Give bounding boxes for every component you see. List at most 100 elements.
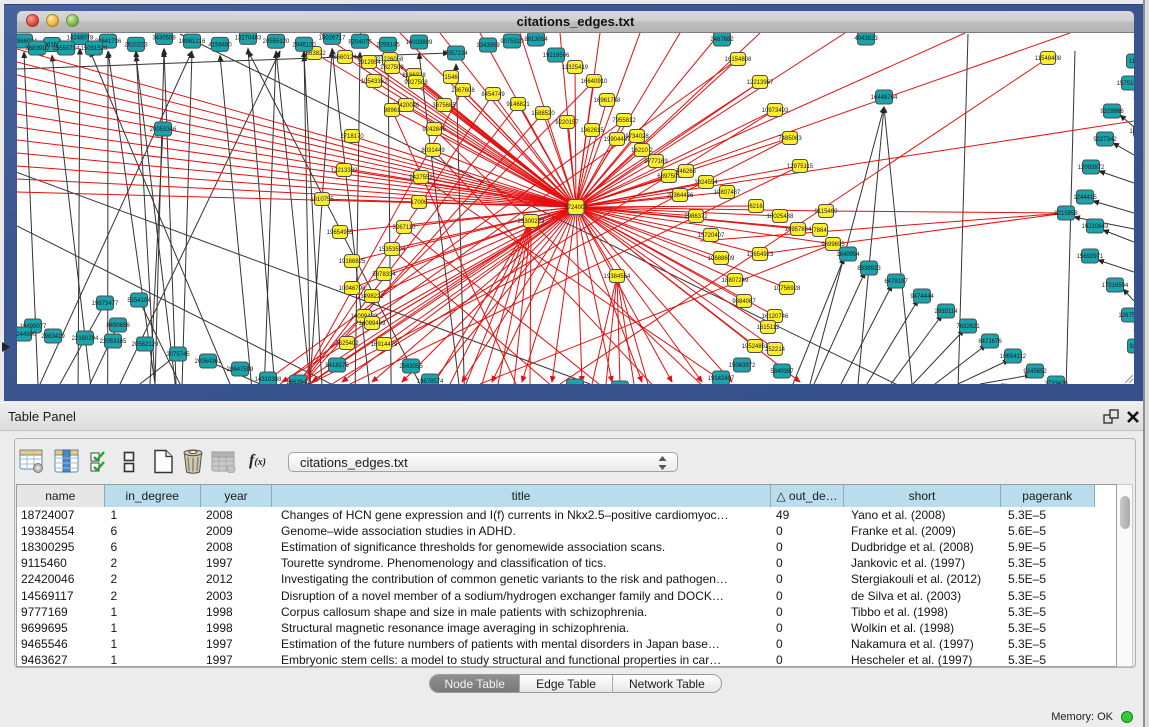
svg-text:7986372: 7986372 (684, 214, 708, 220)
svg-text:10025438: 10025438 (767, 214, 794, 220)
svg-text:10756928: 10756928 (774, 286, 801, 292)
svg-text:7632621: 7632621 (956, 324, 980, 330)
svg-text:1244415: 1244415 (1073, 195, 1097, 201)
svg-text:18026717: 18026717 (319, 35, 346, 41)
svg-text:14957864: 14957864 (785, 227, 812, 233)
svg-text:1640954: 1640954 (836, 252, 860, 258)
svg-text:20364436: 20364436 (667, 193, 694, 199)
svg-text:9327508: 9327508 (404, 80, 428, 86)
svg-text:3430558: 3430558 (152, 36, 176, 42)
svg-text:6216: 6216 (749, 204, 763, 210)
svg-text:5878334: 5878334 (372, 272, 396, 278)
svg-text:20053346: 20053346 (150, 127, 177, 133)
svg-text:16154808: 16154808 (725, 57, 752, 63)
svg-text:11325419: 11325419 (562, 65, 589, 71)
svg-text:1610755: 1610755 (310, 197, 334, 203)
svg-text:9427552: 9427552 (409, 175, 433, 181)
svg-text:16120746: 16120746 (762, 314, 789, 320)
svg-text:15720407: 15720407 (698, 233, 725, 239)
svg-text:15244500: 15244500 (17, 332, 37, 338)
svg-text:20562129: 20562129 (132, 342, 159, 348)
svg-text:2367608: 2367608 (451, 88, 475, 94)
svg-text:9734028: 9734028 (625, 134, 649, 140)
svg-text:9146821: 9146821 (506, 102, 530, 108)
svg-text:16448764: 16448764 (871, 95, 898, 101)
svg-text:12975115: 12975115 (787, 164, 814, 170)
svg-text:2487682: 2487682 (710, 37, 734, 43)
svg-text:4043823: 4043823 (854, 36, 878, 42)
svg-text:9329966: 9329966 (1100, 109, 1124, 115)
svg-text:4158480: 4158480 (208, 42, 232, 48)
svg-text:2620223: 2620223 (124, 42, 148, 48)
svg-text:12213382: 12213382 (331, 168, 358, 174)
svg-text:20555120: 20555120 (263, 39, 290, 45)
svg-text:19384554: 19384554 (604, 274, 631, 280)
svg-text:10046798: 10046798 (339, 286, 366, 292)
svg-text:2663941: 2663941 (286, 380, 310, 384)
svg-text:3343959: 3343959 (476, 43, 500, 49)
svg-text:8215958: 8215958 (1054, 211, 1078, 217)
svg-text:13270483: 13270483 (235, 35, 262, 41)
svg-text:19142407: 19142407 (708, 376, 735, 382)
svg-text:16914479: 16914479 (371, 342, 398, 348)
svg-text:8660124: 8660124 (333, 55, 357, 61)
svg-text:22053165: 22053165 (100, 339, 127, 345)
svg-text:20647509: 20647509 (227, 367, 254, 373)
svg-text:9075310: 9075310 (500, 39, 524, 45)
svg-text:6479197: 6479197 (884, 279, 908, 285)
svg-text:17006: 17006 (411, 200, 428, 206)
svg-text:10688609: 10688609 (708, 256, 735, 262)
svg-text:8471676: 8471676 (978, 339, 1002, 345)
svg-text:2563055: 2563055 (399, 364, 423, 370)
svg-text:23300273: 23300273 (518, 219, 545, 225)
svg-text:9474444: 9474444 (910, 294, 934, 300)
svg-text:98961: 98961 (384, 108, 401, 114)
svg-text:14099489: 14099489 (359, 321, 386, 327)
svg-text:22160294: 22160294 (72, 336, 99, 342)
svg-text:13654923: 13654923 (747, 252, 774, 258)
svg-text:1112: 1112 (1129, 59, 1134, 65)
svg-text:10654112: 10654112 (1000, 354, 1027, 360)
svg-text:746266: 746266 (676, 169, 697, 175)
svg-text:1733426: 1733426 (1044, 381, 1068, 384)
svg-text:3498222: 3498222 (360, 294, 384, 300)
svg-text:8454749: 8454749 (481, 92, 505, 98)
svg-text:3267110: 3267110 (393, 225, 417, 231)
svg-text:1588520: 1588520 (531, 111, 555, 117)
svg-text:16640910: 16640910 (581, 79, 608, 85)
svg-text:3824554: 3824554 (694, 180, 718, 186)
svg-text:1615112: 1615112 (757, 325, 781, 331)
svg-text:19654955: 19654955 (327, 230, 354, 236)
svg-text:9777169: 9777169 (644, 159, 668, 165)
svg-text:3075745: 3075745 (166, 352, 190, 358)
svg-text:9242845: 9242845 (422, 127, 446, 133)
svg-text:10973493: 10973493 (762, 108, 789, 114)
svg-text:1546: 1546 (444, 75, 458, 81)
svg-text:11548408: 11548408 (1035, 56, 1062, 62)
svg-text:10807487: 10807487 (714, 190, 741, 196)
svg-text:19218506: 19218506 (543, 53, 570, 59)
svg-text:7864: 7864 (813, 228, 827, 234)
svg-text:17016504: 17016504 (1102, 283, 1129, 289)
svg-text:16210 2: 16210 2 (631, 148, 653, 154)
svg-text:1362615: 1362615 (580, 128, 604, 134)
svg-text:1267534: 1267534 (1118, 313, 1134, 319)
svg-text:8490656: 8490656 (106, 323, 130, 329)
svg-text:9384067: 9384067 (732, 299, 756, 305)
svg-text:9227342: 9227342 (1093, 137, 1117, 143)
svg-text:2258145: 2258145 (376, 42, 400, 48)
svg-text:8938923: 8938923 (857, 266, 881, 272)
svg-text:7955812: 7955812 (612, 118, 636, 124)
svg-text:2946120: 2946120 (292, 42, 316, 48)
svg-text:2935114: 2935114 (935, 309, 959, 315)
svg-text:1724007: 1724007 (564, 205, 588, 211)
svg-text:8418275: 8418275 (325, 363, 349, 369)
svg-text:7485063: 7485063 (778, 136, 802, 142)
svg-text:9245: 9245 (1129, 344, 1134, 350)
svg-text:15692971: 15692971 (1077, 254, 1104, 260)
svg-text:3675685: 3675685 (432, 103, 456, 109)
svg-text:2718170: 2718170 (340, 134, 364, 140)
svg-text:8204075: 8204075 (348, 39, 372, 45)
svg-text:15063972: 15063972 (729, 363, 756, 369)
svg-text:2983419: 2983419 (41, 334, 65, 340)
